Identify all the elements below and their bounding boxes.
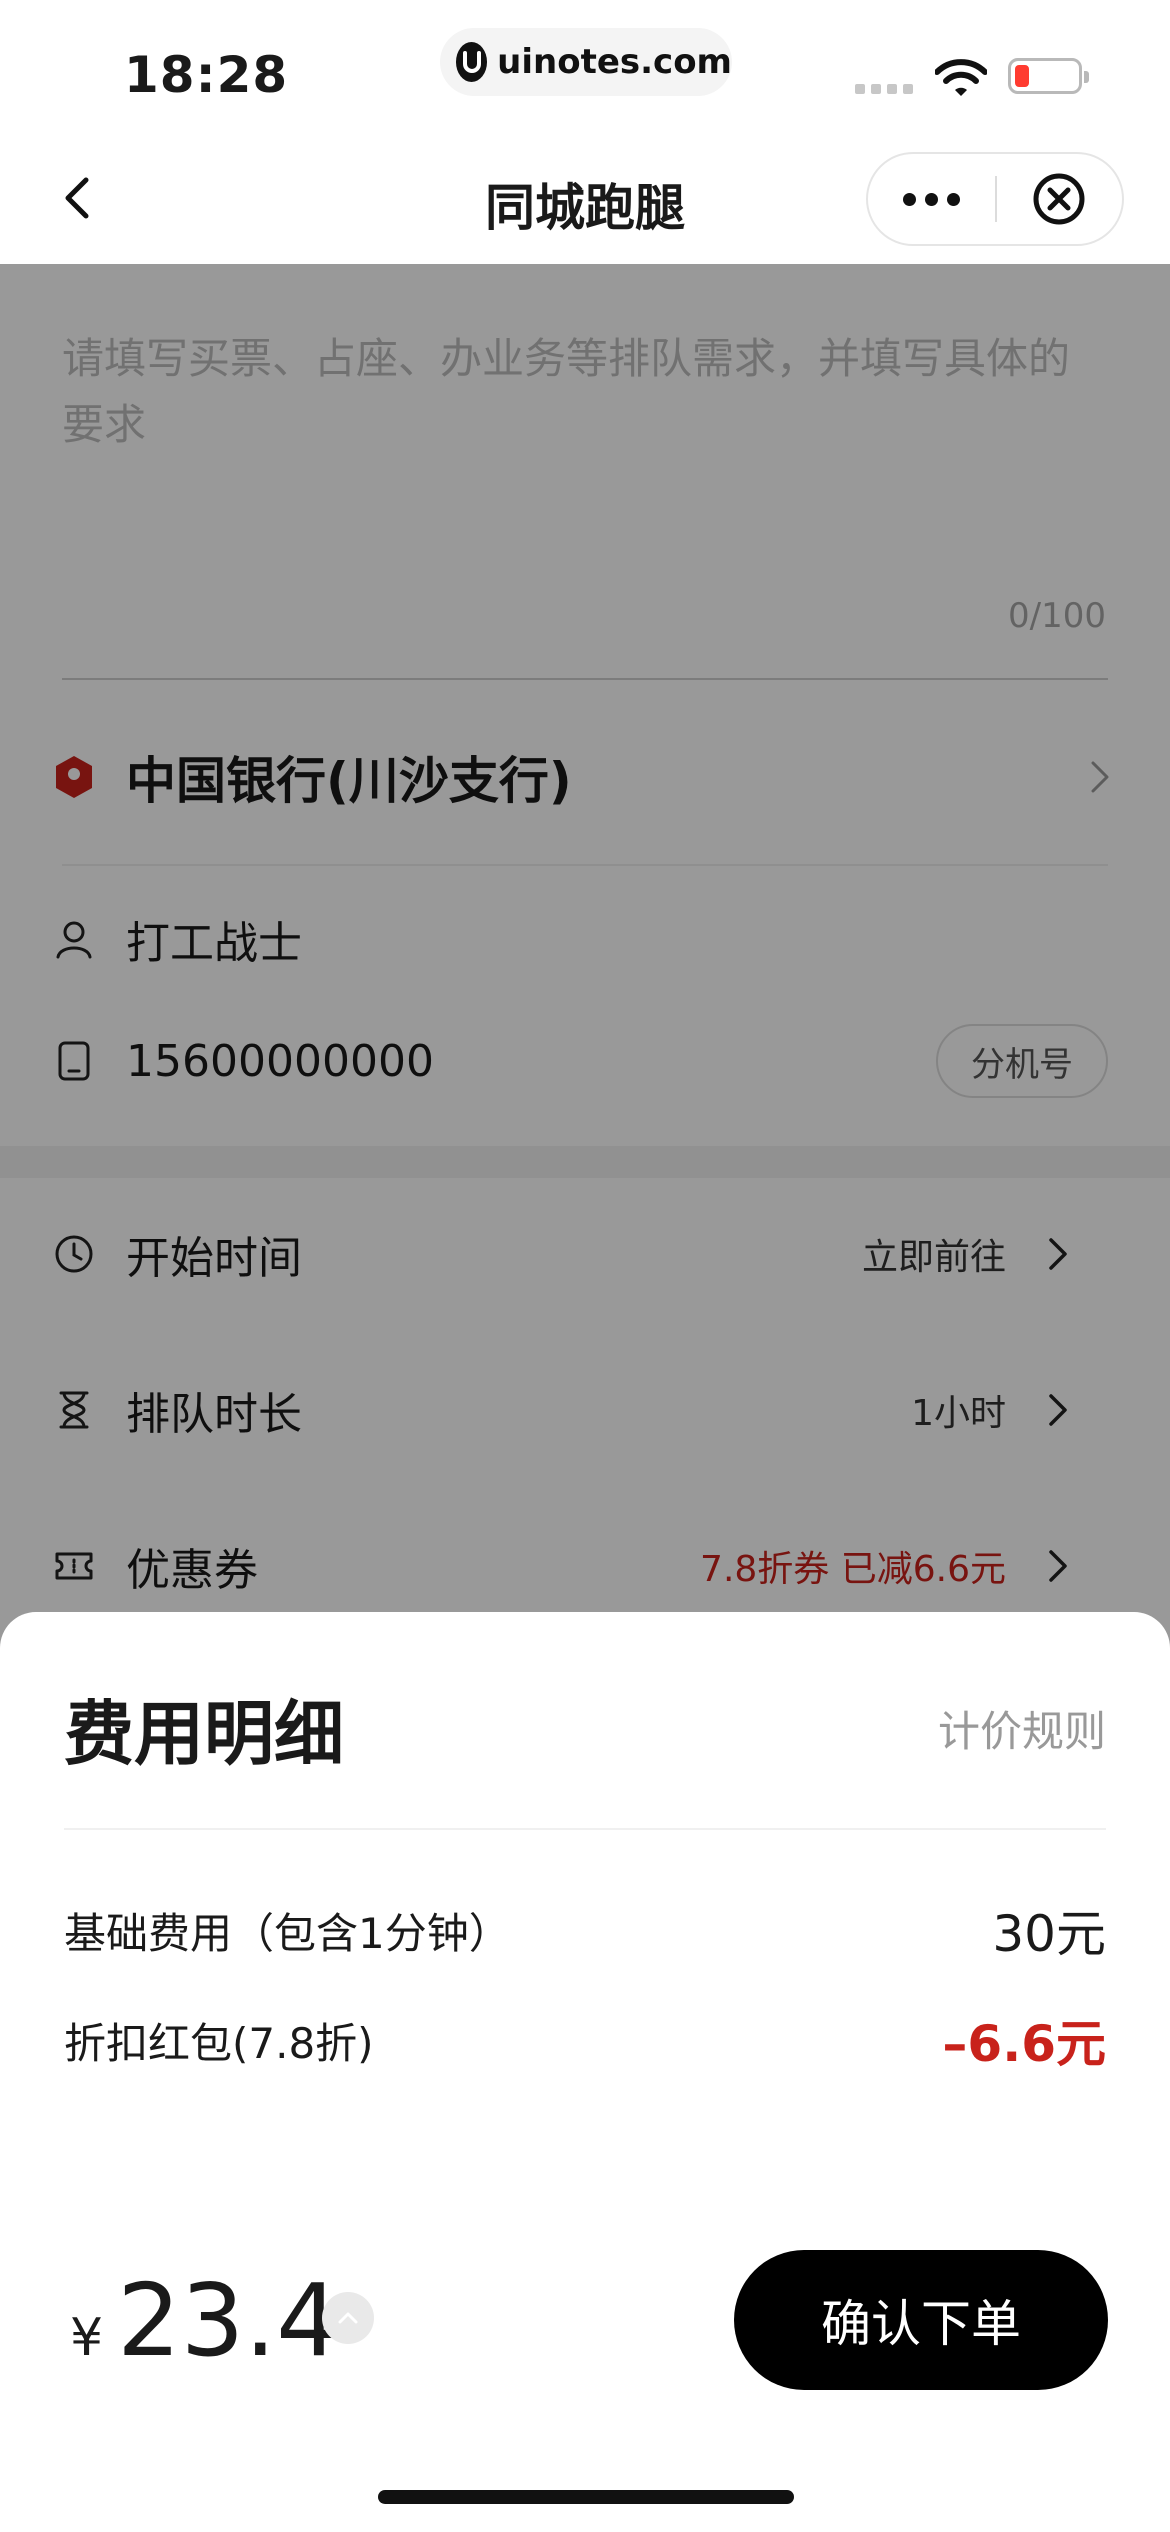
wifi-icon — [935, 59, 987, 96]
url-pill[interactable]: uinotes.com — [440, 28, 732, 96]
fee-detail-sheet: 费用明细 计价规则 基础费用（包含1分钟） 30元 折扣红包(7.8折) –6.… — [0, 1612, 1170, 2532]
currency-symbol: ¥ — [70, 2308, 104, 2368]
chevron-up-icon[interactable] — [322, 2292, 374, 2344]
total-price: ¥ 23.4 — [70, 2262, 340, 2379]
battery-level — [1015, 65, 1029, 87]
discount-value: –6.6元 — [942, 2015, 1106, 2073]
pricing-rules-link[interactable]: 计价规则 — [938, 1698, 1106, 1759]
miniapp-capsule — [866, 152, 1124, 246]
fee-label: 基础费用（包含1分钟） — [64, 1908, 511, 1958]
home-indicator — [378, 2490, 794, 2504]
close-circle-icon[interactable] — [997, 154, 1122, 244]
nav-bar: 同城跑腿 — [0, 132, 1170, 264]
battery-icon — [1008, 58, 1089, 94]
fee-row-base: 基础费用（包含1分钟） 30元 — [64, 1894, 1106, 1966]
status-bar: 18:28 uinotes.com — [0, 0, 1170, 132]
sheet-divider — [64, 1828, 1106, 1830]
site-logo-icon — [456, 42, 488, 82]
fee-label: 折扣红包(7.8折) — [64, 2018, 374, 2068]
url-text: uinotes.com — [497, 42, 732, 82]
sheet-title: 费用明细 — [64, 1693, 344, 1775]
confirm-order-button[interactable]: 确认下单 — [734, 2250, 1108, 2390]
cellular-signal-icon — [855, 84, 913, 94]
more-dots-icon[interactable] — [868, 154, 995, 244]
fee-value: 30元 — [992, 1905, 1106, 1963]
total-amount: 23.4 — [117, 2262, 340, 2379]
fee-row-discount: 折扣红包(7.8折) –6.6元 — [64, 2004, 1106, 2076]
back-chevron-icon[interactable] — [52, 170, 108, 226]
status-time: 18:28 — [124, 46, 289, 104]
